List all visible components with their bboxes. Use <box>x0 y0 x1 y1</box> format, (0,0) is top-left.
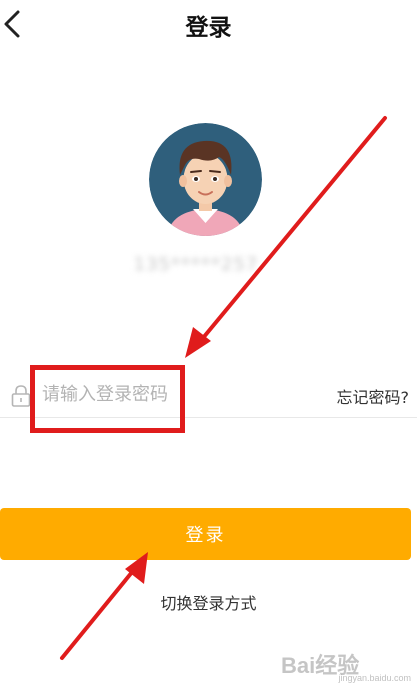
forgot-password-link[interactable]: 忘记密码? <box>337 384 410 408</box>
annotation-arrowhead-upper <box>185 327 211 358</box>
password-row: 忘记密码? <box>0 370 417 418</box>
top-bar: 登录 <box>0 0 417 50</box>
watermark: Bai经验 jingyan.baidu.com <box>281 645 411 685</box>
watermark-brand: Bai经验 <box>281 653 360 678</box>
lock-icon <box>11 385 31 407</box>
switch-login-method[interactable]: 切换登录方式 <box>0 590 417 614</box>
avatar <box>149 123 262 236</box>
page-title: 登录 <box>185 15 232 41</box>
password-input[interactable] <box>42 378 182 410</box>
login-button[interactable]: 登录 <box>0 508 411 560</box>
switch-login-label[interactable]: 切换登录方式 <box>160 594 256 613</box>
watermark-url: jingyan.baidu.com <box>338 673 411 683</box>
account-number: 135*****257 <box>133 254 259 275</box>
annotation-arrows <box>60 116 387 660</box>
